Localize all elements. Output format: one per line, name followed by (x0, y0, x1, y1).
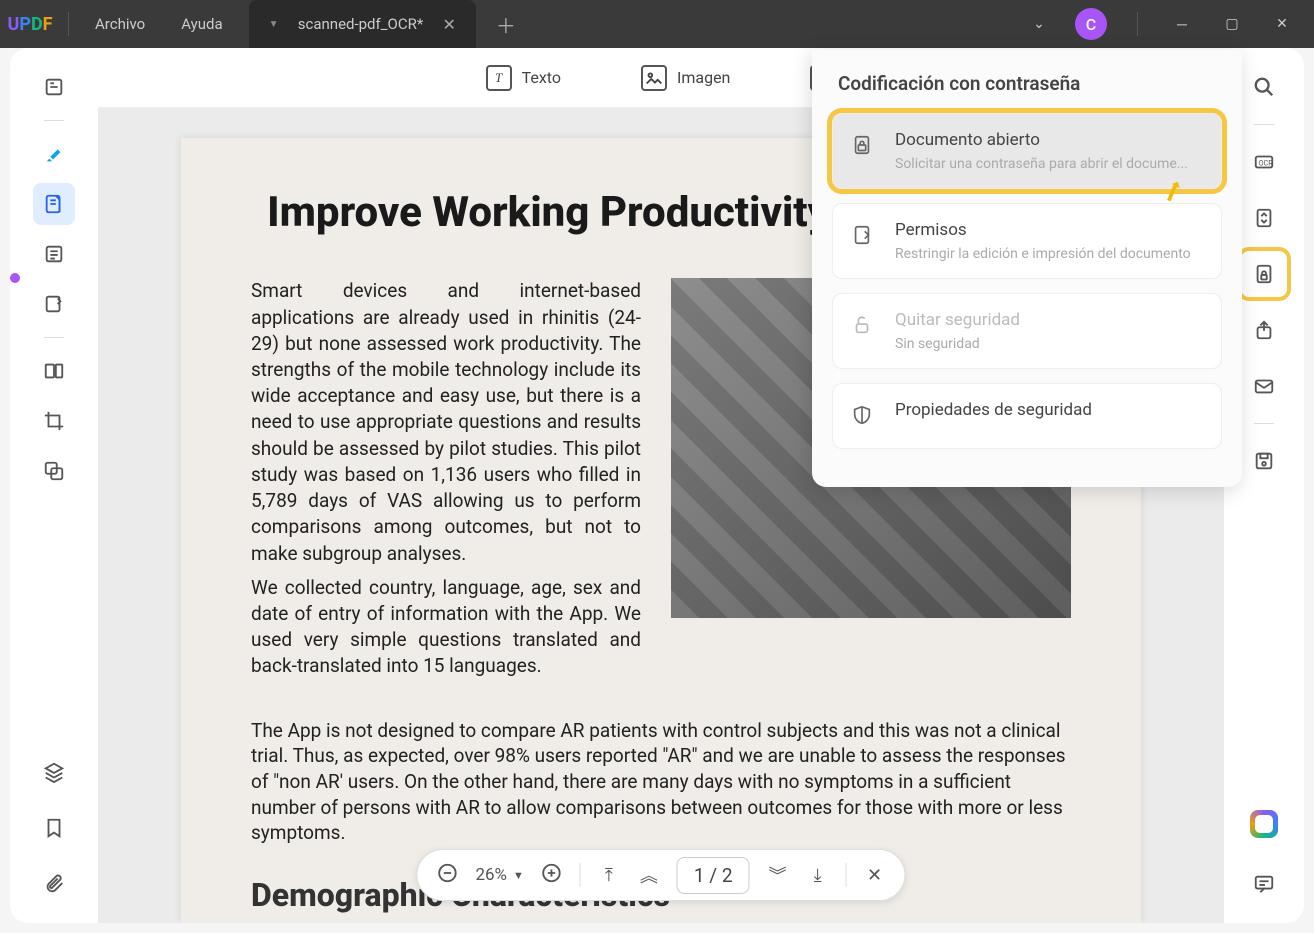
zoom-out-button[interactable] (435, 862, 459, 889)
chevron-down-icon[interactable]: ▼ (269, 19, 279, 30)
separator (44, 120, 64, 121)
edit-tool-icon[interactable] (33, 183, 75, 225)
convert-icon[interactable] (1243, 197, 1285, 239)
option-title: Quitar seguridad (895, 310, 1020, 330)
separator (44, 337, 64, 338)
divider (580, 863, 581, 887)
text-tool-label: Texto (522, 68, 561, 87)
image-tool-button[interactable]: Imagen (641, 65, 730, 91)
comment-icon[interactable] (1243, 863, 1285, 905)
divider (68, 12, 69, 36)
option-subtitle: Sin seguridad (895, 336, 1020, 352)
highlighter-tool-icon[interactable] (33, 133, 75, 175)
image-tool-label: Imagen (677, 68, 730, 87)
divider (846, 863, 847, 887)
close-tab-icon[interactable]: ✕ (443, 15, 456, 34)
permissions-option[interactable]: Permisos Restringir la edición e impresi… (832, 203, 1222, 279)
page-control-bar: 26% ▼ ⤒ ︽ 1 / 2 ︾ ⤓ ✕ (416, 849, 905, 901)
remove-security-option[interactable]: Quitar seguridad Sin seguridad (832, 293, 1222, 369)
text-tool-button[interactable]: T Texto (486, 65, 561, 91)
add-tab-button[interactable]: ＋ (496, 10, 516, 39)
zoom-in-button[interactable] (540, 862, 564, 889)
attachment-icon[interactable] (33, 863, 75, 905)
bookmark-icon[interactable] (33, 807, 75, 849)
paragraph: The App is not designed to compare AR pa… (251, 718, 1071, 846)
maximize-button[interactable]: ▢ (1218, 16, 1246, 32)
close-button[interactable]: ✕ (1268, 16, 1296, 32)
zoom-level[interactable]: 26% ▼ (475, 865, 523, 885)
unlock-icon (851, 314, 879, 342)
menu-archivo[interactable]: Archivo (77, 15, 163, 33)
save-icon[interactable] (1243, 440, 1285, 482)
user-avatar[interactable]: C (1075, 8, 1107, 40)
shield-icon (851, 404, 879, 432)
first-page-button[interactable]: ⤒ (597, 865, 621, 886)
left-sidebar (10, 48, 98, 923)
fill-sign-tool-icon[interactable] (33, 283, 75, 325)
protect-icon[interactable] (1243, 253, 1285, 295)
security-popup: Codificación con contraseña Documento ab… (812, 50, 1242, 487)
layers-icon[interactable] (33, 751, 75, 793)
email-icon[interactable] (1243, 365, 1285, 407)
chevron-down-icon[interactable]: ⌄ (1025, 16, 1053, 32)
text-icon: T (486, 65, 512, 91)
paragraph: We collected country, language, age, sex… (251, 575, 641, 680)
indicator-dot (10, 273, 20, 283)
last-page-button[interactable]: ⤓ (806, 865, 830, 886)
close-bar-button[interactable]: ✕ (863, 865, 887, 886)
option-title: Permisos (895, 220, 1191, 240)
prev-page-button[interactable]: ︽ (637, 862, 661, 888)
paragraph: Smart devices and internet-based applica… (251, 278, 641, 566)
share-icon[interactable] (1243, 309, 1285, 351)
option-subtitle: Solicitar una contraseña para abrir el d… (895, 156, 1188, 172)
search-icon[interactable] (1243, 66, 1285, 108)
option-subtitle: Restringir la edición e impresión del do… (895, 246, 1191, 262)
image-icon (641, 65, 667, 91)
form-tool-icon[interactable] (33, 233, 75, 275)
popup-title: Codificación con contraseña (832, 72, 1222, 95)
menu-ayuda[interactable]: Ayuda (163, 15, 240, 33)
svg-text:OCR: OCR (1259, 159, 1274, 168)
app-logo: UPDF (0, 14, 60, 35)
reader-tool-icon[interactable] (33, 66, 75, 108)
ocr-icon[interactable]: OCR (1243, 141, 1285, 183)
separator (1254, 124, 1274, 125)
page-indicator[interactable]: 1 / 2 (677, 857, 750, 894)
minimize-button[interactable]: ─ (1168, 16, 1196, 33)
tab-title: scanned-pdf_OCR* (291, 15, 431, 33)
option-title: Documento abierto (895, 130, 1188, 150)
permissions-icon (851, 224, 879, 252)
lock-document-icon (851, 134, 879, 162)
chevron-down-icon: ▼ (513, 869, 524, 882)
separator (1254, 423, 1274, 424)
next-page-button[interactable]: ︾ (766, 862, 790, 888)
open-document-option[interactable]: Documento abierto Solicitar una contrase… (832, 113, 1222, 189)
organize-tool-icon[interactable] (33, 350, 75, 392)
ai-assistant-icon[interactable] (1243, 803, 1285, 845)
option-title: Propiedades de seguridad (895, 400, 1092, 420)
divider (1137, 12, 1138, 36)
compare-tool-icon[interactable] (33, 450, 75, 492)
document-tab[interactable]: ▼ scanned-pdf_OCR* ✕ (249, 0, 476, 48)
security-properties-option[interactable]: Propiedades de seguridad (832, 383, 1222, 449)
titlebar: UPDF Archivo Ayuda ▼ scanned-pdf_OCR* ✕ … (0, 0, 1314, 48)
crop-tool-icon[interactable] (33, 400, 75, 442)
